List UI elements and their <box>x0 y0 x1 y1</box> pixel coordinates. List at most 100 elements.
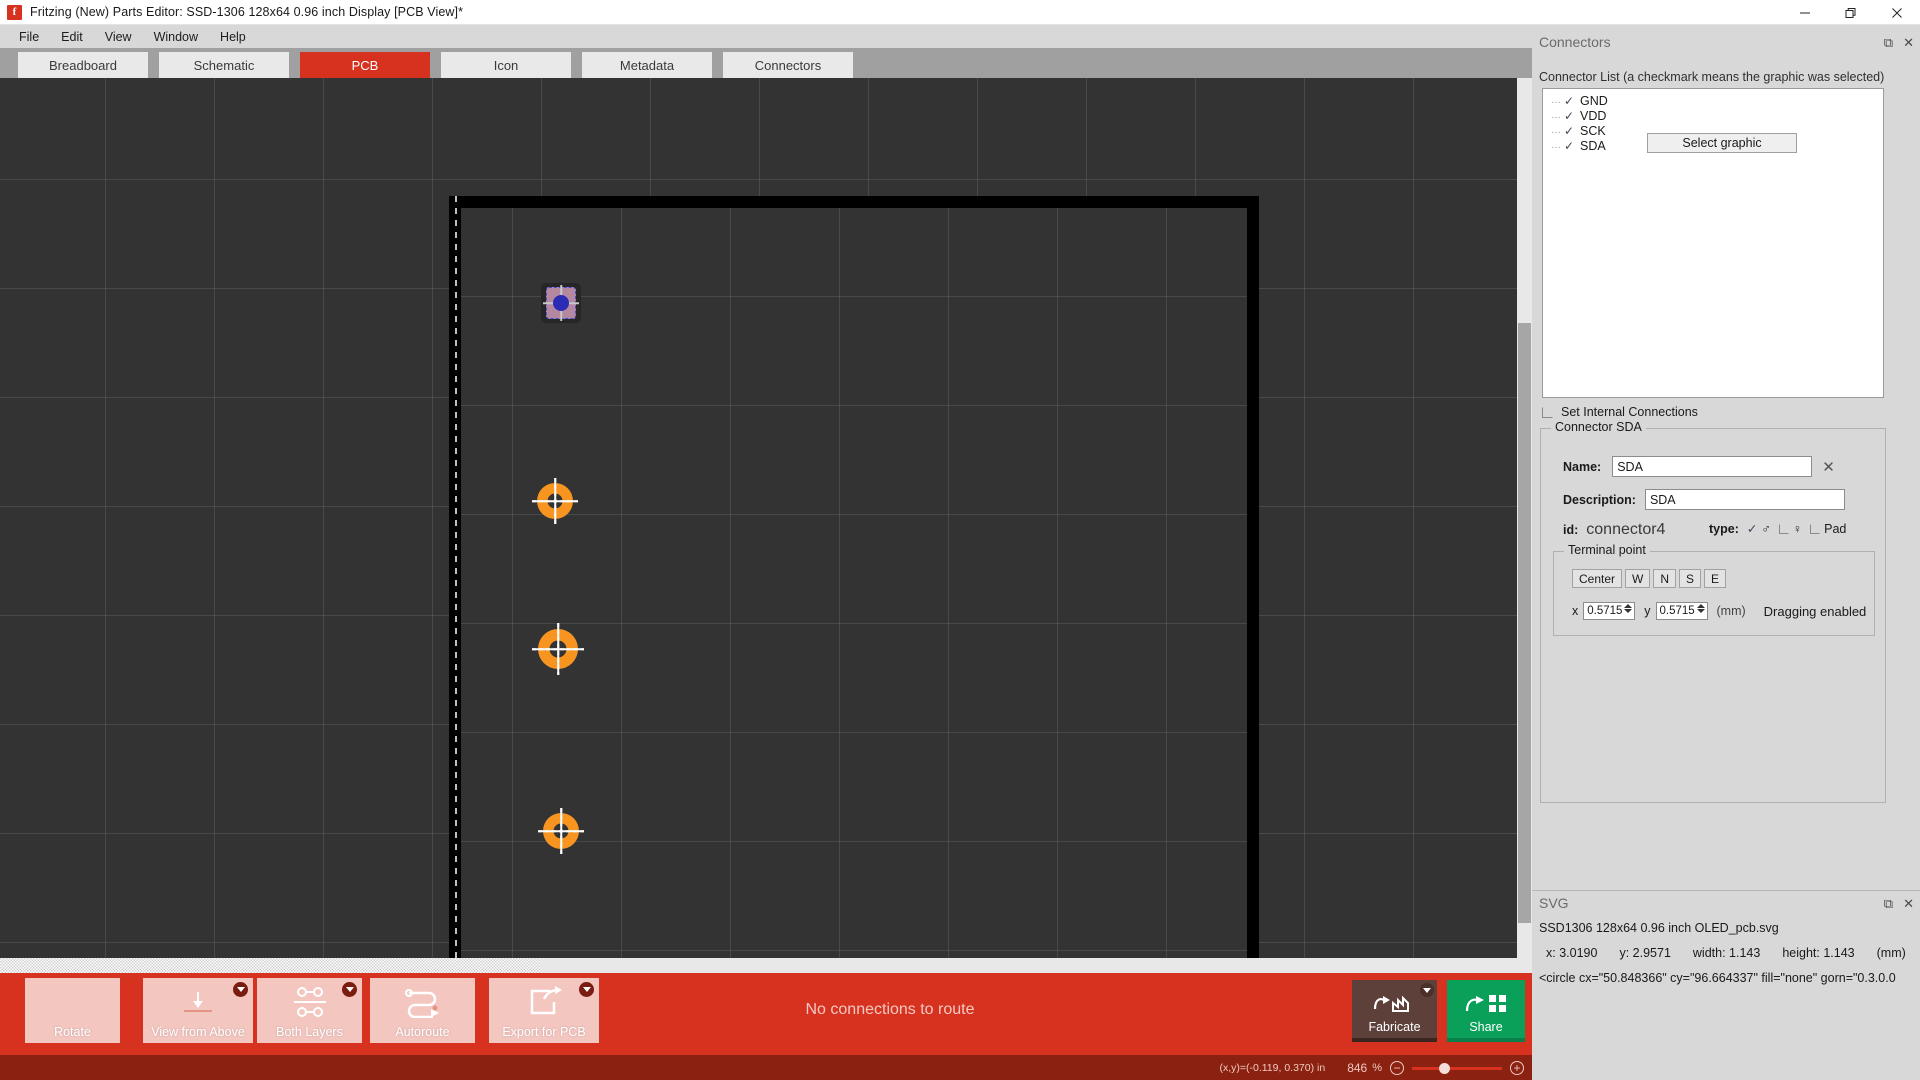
terminal-button-w[interactable]: W <box>1625 569 1651 588</box>
tab-metadata[interactable]: Metadata <box>582 52 712 78</box>
connectors-dock-header: Connectors ⧉ ✕ <box>1532 30 1920 54</box>
float-icon[interactable]: ⧉ <box>1884 897 1893 910</box>
clear-icon[interactable]: ✕ <box>1822 458 1835 476</box>
zoom-slider-knob[interactable] <box>1439 1062 1450 1074</box>
both-layers-button[interactable]: Both Layers <box>257 978 362 1043</box>
zoom-out-icon[interactable]: − <box>1390 1060 1404 1075</box>
svg-dim-y: y: 2.9571 <box>1619 946 1671 960</box>
type-option-pad[interactable]: Pad <box>1810 522 1846 536</box>
rotate-button[interactable]: Rotate <box>25 978 120 1043</box>
chevron-down-icon[interactable] <box>579 982 594 997</box>
chevron-down-icon[interactable] <box>342 982 357 997</box>
spinner-arrows-icon[interactable] <box>1624 604 1633 613</box>
terminal-x-label: x <box>1572 604 1579 618</box>
connector-name-input[interactable] <box>1612 456 1813 477</box>
connector-description-row: Description: <box>1563 489 1845 510</box>
menu-window[interactable]: Window <box>143 28 209 46</box>
zoom-slider-track <box>1412 1066 1502 1070</box>
terminal-button-n[interactable]: N <box>1653 569 1677 588</box>
tree-branch-icon: … <box>1551 95 1562 106</box>
board-edge-guide <box>455 196 457 977</box>
connector-id-row: id: connector4 <box>1563 521 1665 539</box>
connector-type-row: type: ✓ ♂ ♀ Pad <box>1709 521 1846 537</box>
connector-pad[interactable] <box>543 813 579 849</box>
type-option-male[interactable]: ✓ ♂ <box>1746 521 1771 537</box>
cursor-coordinates: (x,y)=(-0.119, 0.370) in <box>1219 1061 1326 1074</box>
connector-pad[interactable] <box>538 629 578 669</box>
close-icon[interactable]: ✕ <box>1903 36 1914 49</box>
routing-status-message: No connections to route <box>805 1001 975 1018</box>
connector-detail-title: Connector SDA <box>1551 420 1646 434</box>
svg-filename: SSD1306 128x64 0.96 inch OLED_pcb.svg <box>1539 921 1779 935</box>
window-title: Fritzing (New) Parts Editor: SSD-1306 12… <box>30 5 464 19</box>
menu-file[interactable]: File <box>8 28 50 46</box>
pcb-toolbar: Rotate View from Above Both Layers Autor… <box>0 973 1532 1055</box>
chevron-down-icon[interactable] <box>1420 983 1434 997</box>
share-button[interactable]: Share <box>1447 980 1525 1042</box>
tab-schematic[interactable]: Schematic <box>159 52 289 78</box>
float-icon[interactable]: ⧉ <box>1884 36 1893 49</box>
pcb-canvas[interactable]: fritzing <box>0 78 1532 977</box>
zoom-level-value: 846 <box>1347 1060 1368 1075</box>
check-icon: ✓ <box>1564 123 1575 138</box>
terminal-unit-label: (mm) <box>1716 604 1746 618</box>
connector-pad[interactable] <box>537 483 573 519</box>
type-option-female[interactable]: ♀ <box>1778 522 1802 536</box>
connector-description-input[interactable] <box>1644 489 1845 510</box>
rotate-label: Rotate <box>54 1025 91 1039</box>
pad-crosshair-icon <box>532 478 578 524</box>
type-label: type: <box>1709 521 1739 536</box>
connector-list-item-gnd[interactable]: … ✓ GND <box>1543 93 1883 108</box>
menu-view[interactable]: View <box>94 28 143 46</box>
terminal-x-value: 0.5715 <box>1587 605 1623 617</box>
set-internal-connections-checkbox[interactable] <box>1542 406 1553 418</box>
both-layers-icon <box>288 978 332 1025</box>
terminal-button-center[interactable]: Center <box>1572 569 1623 588</box>
view-from-above-label: View from Above <box>151 1025 245 1039</box>
connector-list-item-vdd[interactable]: … ✓ VDD <box>1543 108 1883 123</box>
menu-help[interactable]: Help <box>209 28 257 46</box>
connector-pad-selected[interactable] <box>541 283 581 323</box>
select-graphic-button[interactable]: Select graphic <box>1647 133 1797 153</box>
autoroute-icon <box>399 978 447 1025</box>
chevron-down-icon[interactable] <box>233 982 248 997</box>
terminal-y-spinbox[interactable]: 0.5715 <box>1655 602 1708 620</box>
menu-edit[interactable]: Edit <box>50 28 94 46</box>
restore-icon[interactable] <box>1828 0 1874 25</box>
radio-unchecked-icon <box>1778 523 1789 534</box>
description-label: Description: <box>1563 492 1636 507</box>
connector-name: SDA <box>1580 138 1606 153</box>
minimize-icon[interactable] <box>1782 0 1828 25</box>
check-icon: ✓ <box>1746 522 1758 536</box>
terminal-button-s[interactable]: S <box>1679 569 1702 588</box>
svg-dimensions: x: 3.0190 y: 2.9571 width: 1.143 height:… <box>1546 946 1906 960</box>
status-bar: (x,y)=(-0.119, 0.370) in 846 % − + <box>0 1055 1532 1080</box>
zoom-slider[interactable] <box>1412 1061 1502 1075</box>
pad-crosshair-icon <box>532 623 584 675</box>
tab-pcb[interactable]: PCB <box>300 52 430 78</box>
tab-connectors[interactable]: Connectors <box>723 52 853 78</box>
canvas-horizontal-scrollbar[interactable] <box>0 958 1532 973</box>
close-icon[interactable] <box>1874 0 1920 25</box>
scroll-thumb[interactable] <box>0 958 540 973</box>
set-internal-connections-row[interactable]: Set Internal Connections <box>1542 405 1698 419</box>
close-icon[interactable]: ✕ <box>1903 897 1914 910</box>
svg-dock: SVG ⧉ ✕ SSD1306 128x64 0.96 inch OLED_pc… <box>1532 890 1920 1080</box>
terminal-button-e[interactable]: E <box>1704 569 1727 588</box>
autoroute-button[interactable]: Autoroute <box>370 978 475 1043</box>
tab-icon[interactable]: Icon <box>441 52 571 78</box>
tab-breadboard[interactable]: Breadboard <box>18 52 148 78</box>
canvas-vertical-scrollbar[interactable] <box>1517 78 1532 958</box>
view-from-above-button[interactable]: View from Above <box>143 978 253 1043</box>
fabricate-button[interactable]: Fabricate <box>1352 980 1437 1042</box>
connector-name: VDD <box>1580 108 1607 123</box>
terminal-x-spinbox[interactable]: 0.5715 <box>1583 602 1636 620</box>
zoom-in-icon[interactable]: + <box>1510 1060 1524 1075</box>
terminal-point-coordinates: x 0.5715 y 0.5715 (mm) Dragging enabled <box>1572 602 1866 620</box>
svg-dock-title: SVG <box>1539 895 1569 911</box>
scroll-thumb[interactable] <box>1518 323 1531 923</box>
spinner-arrows-icon[interactable] <box>1696 604 1705 613</box>
connector-list[interactable]: … ✓ GND … ✓ VDD … ✓ SCK … ✓ SDA Select g… <box>1542 88 1884 398</box>
radio-unchecked-icon <box>1810 523 1821 534</box>
window-controls <box>1782 0 1920 25</box>
